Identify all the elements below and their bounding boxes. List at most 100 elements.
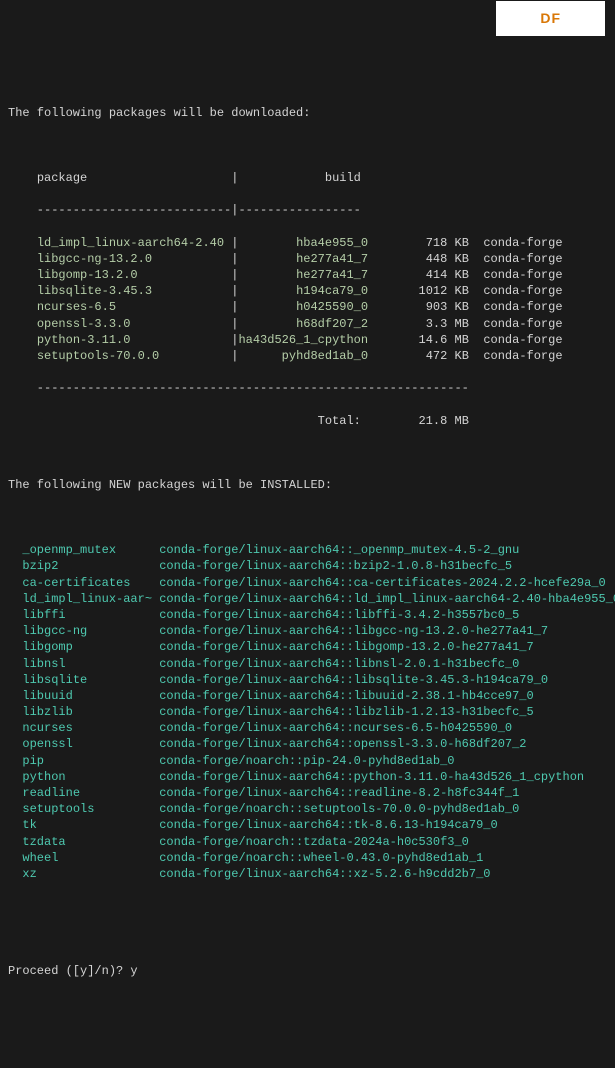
download-row: python-3.11.0 |ha43d526_1_cpython 14.6 M… <box>8 332 607 348</box>
install-name: python <box>22 770 152 784</box>
download-row: setuptools-70.0.0 | pyhd8ed1ab_0 472 KB … <box>8 348 607 364</box>
install-row: ca-certificates conda-forge/linux-aarch6… <box>8 575 607 591</box>
pkg-build: ha43d526_1_cpython <box>238 333 368 347</box>
install-name: libgomp <box>22 640 152 654</box>
pkg-size: 472 KB <box>368 349 469 363</box>
divider-long: ----------------------------------------… <box>8 380 607 396</box>
install-row: python conda-forge/linux-aarch64::python… <box>8 769 607 785</box>
badge: DF <box>496 1 605 36</box>
pkg-name: python-3.11.0 <box>37 333 231 347</box>
pkg-size: 718 KB <box>368 236 469 250</box>
pkg-build: hba4e955_0 <box>238 236 368 250</box>
install-row: ld_impl_linux-aar~ conda-forge/linux-aar… <box>8 591 607 607</box>
pkg-build: he277a41_7 <box>238 252 368 266</box>
download-row: libgcc-ng-13.2.0 | he277a41_7 448 KB con… <box>8 251 607 267</box>
install-name: pip <box>22 754 152 768</box>
install-spec: conda-forge/linux-aarch64::libffi-3.4.2-… <box>159 608 519 622</box>
install-name: wheel <box>22 851 152 865</box>
total-line: Total: 21.8 MB <box>8 413 607 429</box>
install-name: tk <box>22 818 152 832</box>
install-row: openssl conda-forge/linux-aarch64::opens… <box>8 736 607 752</box>
install-name: libnsl <box>22 657 152 671</box>
install-name: xz <box>22 867 152 881</box>
install-row: pip conda-forge/noarch::pip-24.0-pyhd8ed… <box>8 753 607 769</box>
pkg-name: setuptools-70.0.0 <box>37 349 231 363</box>
col-divider: ---------------------------|------------… <box>8 202 607 218</box>
install-name: setuptools <box>22 802 152 816</box>
install-name: ca-certificates <box>22 576 152 590</box>
download-row: libsqlite-3.45.3 | h194ca79_0 1012 KB co… <box>8 283 607 299</box>
install-spec: conda-forge/noarch::setuptools-70.0.0-py… <box>159 802 519 816</box>
install-row: wheel conda-forge/noarch::wheel-0.43.0-p… <box>8 850 607 866</box>
install-row: libgomp conda-forge/linux-aarch64::libgo… <box>8 639 607 655</box>
install-header: The following NEW packages will be INSTA… <box>8 477 607 493</box>
pkg-name: ld_impl_linux-aarch64-2.40 <box>37 236 231 250</box>
col-headers: package | build <box>8 170 607 186</box>
download-row: ld_impl_linux-aarch64-2.40 | hba4e955_0 … <box>8 235 607 251</box>
install-row: libffi conda-forge/linux-aarch64::libffi… <box>8 607 607 623</box>
install-spec: conda-forge/linux-aarch64::ca-certificat… <box>159 576 605 590</box>
pkg-build: h0425590_0 <box>238 300 368 314</box>
install-spec: conda-forge/linux-aarch64::libuuid-2.38.… <box>159 689 533 703</box>
install-name: ncurses <box>22 721 152 735</box>
pkg-build: he277a41_7 <box>238 268 368 282</box>
pkg-name: libgomp-13.2.0 <box>37 268 231 282</box>
install-spec: conda-forge/noarch::tzdata-2024a-h0c530f… <box>159 835 469 849</box>
pkg-channel: conda-forge <box>483 333 562 347</box>
download-row: ncurses-6.5 | h0425590_0 903 KB conda-fo… <box>8 299 607 315</box>
install-name: libuuid <box>22 689 152 703</box>
pkg-build: h68df207_2 <box>238 317 368 331</box>
pkg-size: 448 KB <box>368 252 469 266</box>
pkg-name: libsqlite-3.45.3 <box>37 284 231 298</box>
install-name: _openmp_mutex <box>22 543 152 557</box>
pkg-name: libgcc-ng-13.2.0 <box>37 252 231 266</box>
download-header: The following packages will be downloade… <box>8 105 607 121</box>
pkg-size: 414 KB <box>368 268 469 282</box>
install-spec: conda-forge/linux-aarch64::python-3.11.0… <box>159 770 584 784</box>
pkg-build: h194ca79_0 <box>238 284 368 298</box>
pkg-size: 903 KB <box>368 300 469 314</box>
pkg-name: ncurses-6.5 <box>37 300 231 314</box>
install-name: tzdata <box>22 835 152 849</box>
install-row: libgcc-ng conda-forge/linux-aarch64::lib… <box>8 623 607 639</box>
pkg-channel: conda-forge <box>483 349 562 363</box>
install-row: readline conda-forge/linux-aarch64::read… <box>8 785 607 801</box>
install-row: bzip2 conda-forge/linux-aarch64::bzip2-1… <box>8 558 607 574</box>
pkg-size: 1012 KB <box>368 284 469 298</box>
download-row: libgomp-13.2.0 | he277a41_7 414 KB conda… <box>8 267 607 283</box>
install-spec: conda-forge/linux-aarch64::tk-8.6.13-h19… <box>159 818 497 832</box>
install-row: libnsl conda-forge/linux-aarch64::libnsl… <box>8 656 607 672</box>
install-name: ld_impl_linux-aar~ <box>22 592 152 606</box>
install-row: libsqlite conda-forge/linux-aarch64::lib… <box>8 672 607 688</box>
install-name: libgcc-ng <box>22 624 152 638</box>
install-spec: conda-forge/linux-aarch64::openssl-3.3.0… <box>159 737 526 751</box>
install-row: libzlib conda-forge/linux-aarch64::libzl… <box>8 704 607 720</box>
install-spec: conda-forge/linux-aarch64::libzlib-1.2.1… <box>159 705 533 719</box>
install-name: openssl <box>22 737 152 751</box>
install-name: bzip2 <box>22 559 152 573</box>
pkg-name: openssl-3.3.0 <box>37 317 231 331</box>
install-row: xz conda-forge/linux-aarch64::xz-5.2.6-h… <box>8 866 607 882</box>
pkg-size: 14.6 MB <box>368 333 469 347</box>
install-spec: conda-forge/linux-aarch64::ld_impl_linux… <box>159 592 615 606</box>
install-name: libsqlite <box>22 673 152 687</box>
install-row: _openmp_mutex conda-forge/linux-aarch64:… <box>8 542 607 558</box>
install-spec: conda-forge/linux-aarch64::bzip2-1.0.8-h… <box>159 559 512 573</box>
install-name: readline <box>22 786 152 800</box>
install-name: libzlib <box>22 705 152 719</box>
pkg-size: 3.3 MB <box>368 317 469 331</box>
pkg-channel: conda-forge <box>483 300 562 314</box>
proceed-prompt[interactable]: Proceed ([y]/n)? y <box>8 963 607 979</box>
install-spec: conda-forge/noarch::wheel-0.43.0-pyhd8ed… <box>159 851 483 865</box>
pkg-channel: conda-forge <box>483 317 562 331</box>
pkg-channel: conda-forge <box>483 284 562 298</box>
install-spec: conda-forge/linux-aarch64::_openmp_mutex… <box>159 543 519 557</box>
install-spec: conda-forge/linux-aarch64::xz-5.2.6-h9cd… <box>159 867 490 881</box>
install-name: libffi <box>22 608 152 622</box>
install-spec: conda-forge/linux-aarch64::readline-8.2-… <box>159 786 519 800</box>
pkg-channel: conda-forge <box>483 236 562 250</box>
install-spec: conda-forge/linux-aarch64::ncurses-6.5-h… <box>159 721 512 735</box>
pkg-build: pyhd8ed1ab_0 <box>238 349 368 363</box>
install-spec: conda-forge/noarch::pip-24.0-pyhd8ed1ab_… <box>159 754 454 768</box>
pkg-channel: conda-forge <box>483 252 562 266</box>
